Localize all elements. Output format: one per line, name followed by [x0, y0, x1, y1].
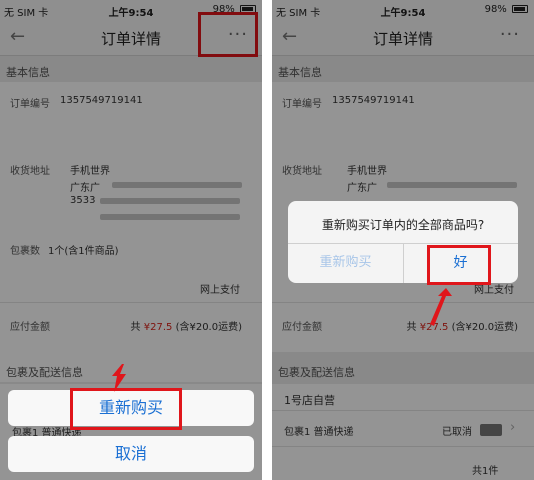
separator	[262, 0, 272, 480]
highlight-box-rebuy	[70, 388, 182, 430]
pointer-arrow-icon	[430, 288, 452, 326]
phone-screen-left: 无 SIM 卡 上午9:54 98% ← 订单详情 ··· 基本信息 订单编号 …	[0, 0, 262, 480]
highlight-box-ok	[427, 245, 491, 285]
pointer-arrow-icon	[112, 364, 126, 392]
dialog-message: 重新购买订单内的全部商品吗?	[321, 218, 485, 232]
dialog-cancel-button[interactable]: 重新购买	[288, 243, 403, 283]
cancel-button[interactable]: 取消	[8, 436, 254, 472]
phone-screen-right: 无 SIM 卡 上午9:54 98% ← 订单详情 ··· 基本信息 订单编号 …	[272, 0, 534, 480]
